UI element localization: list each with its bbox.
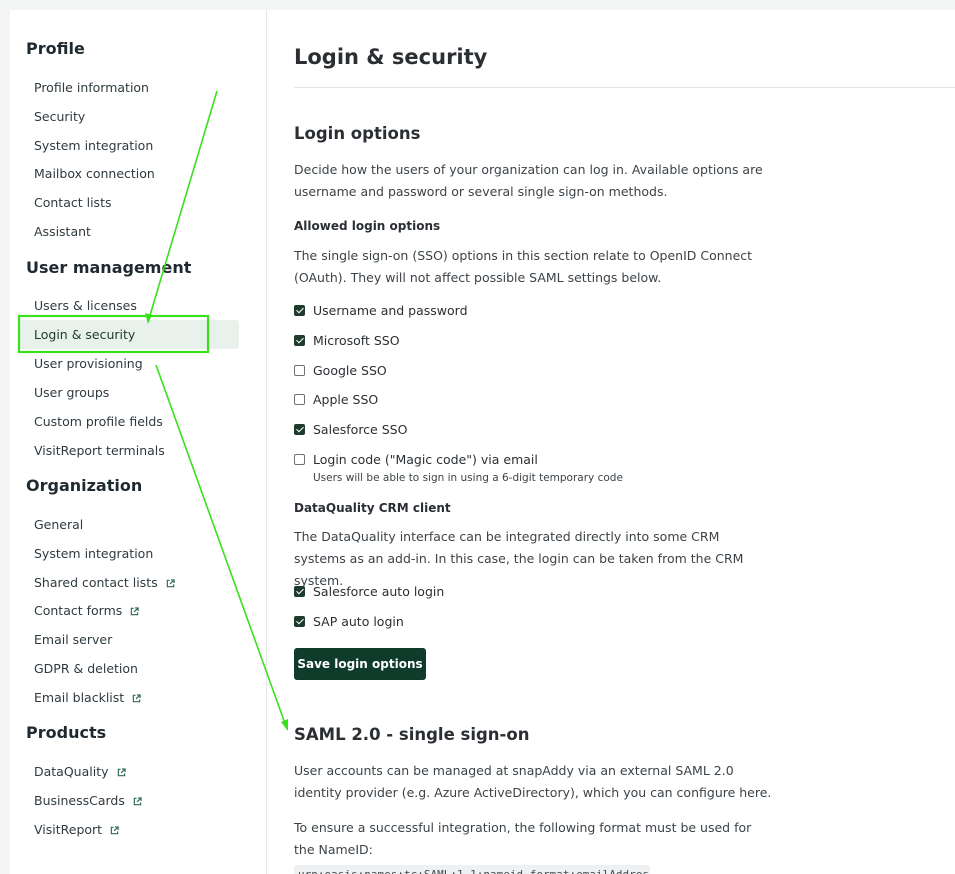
saml-intro: User accounts can be managed at snapAddy… bbox=[294, 763, 772, 800]
sidebar-heading-user-management: User management bbox=[26, 258, 192, 277]
sidebar-item-login-security[interactable]: Login & security bbox=[18, 320, 239, 349]
sidebar-item-gdpr-deletion[interactable]: GDPR & deletion bbox=[18, 654, 239, 683]
sidebar-item-user-provisioning[interactable]: User provisioning bbox=[18, 349, 239, 378]
sidebar-item-profile-information[interactable]: Profile information bbox=[18, 73, 239, 102]
sidebar-item-contact-forms[interactable]: Contact forms bbox=[18, 596, 239, 625]
sidebar-item-shared-contact-lists[interactable]: Shared contact lists bbox=[18, 568, 239, 597]
checkbox-icon[interactable] bbox=[294, 304, 305, 316]
sidebar-item-label: Email server bbox=[34, 632, 113, 647]
page-title: Login & security bbox=[294, 45, 488, 69]
sidebar-item-system-integration[interactable]: System integration bbox=[18, 131, 239, 160]
sidebar-item-user-groups[interactable]: User groups bbox=[18, 378, 239, 407]
sidebar-item-contact-lists[interactable]: Contact lists bbox=[18, 188, 239, 217]
sidebar-item-label: Contact lists bbox=[34, 195, 112, 210]
sidebar-item-businesscards[interactable]: BusinessCards bbox=[18, 786, 239, 815]
main-content: Login & security Login options Decide ho… bbox=[294, 10, 955, 874]
sidebar-item-dataquality[interactable]: DataQuality bbox=[18, 757, 239, 786]
option-magic-code[interactable]: Login code ("Magic code") via email bbox=[294, 450, 538, 468]
settings-sidebar: Profile Profile information Security Sys… bbox=[10, 10, 267, 874]
option-label: Apple SSO bbox=[313, 391, 379, 407]
sidebar-item-security[interactable]: Security bbox=[18, 102, 239, 131]
login-options-intro: Decide how the users of your organizatio… bbox=[294, 162, 763, 199]
checkbox-icon[interactable] bbox=[294, 364, 305, 376]
sidebar-item-label: VisitReport terminals bbox=[34, 443, 165, 458]
sidebar-item-label: Assistant bbox=[34, 224, 91, 239]
checkbox-icon[interactable] bbox=[294, 615, 305, 627]
sidebar-item-visitreport[interactable]: VisitReport bbox=[18, 815, 239, 844]
sidebar-item-general[interactable]: General bbox=[18, 510, 239, 539]
sidebar-item-label: General bbox=[34, 517, 84, 532]
crm-client-heading: DataQuality CRM client bbox=[294, 501, 451, 515]
checkbox-icon[interactable] bbox=[294, 453, 305, 465]
checkbox-icon[interactable] bbox=[294, 393, 305, 405]
settings-page: Profile Profile information Security Sys… bbox=[10, 10, 955, 874]
option-salesforce-sso[interactable]: Salesforce SSO bbox=[294, 420, 407, 438]
external-link-icon bbox=[166, 579, 175, 588]
sidebar-item-label: GDPR & deletion bbox=[34, 661, 138, 676]
external-link-icon bbox=[110, 826, 119, 835]
sidebar-item-email-blacklist[interactable]: Email blacklist bbox=[18, 683, 239, 712]
sidebar-item-label: User groups bbox=[34, 385, 110, 400]
option-label: SAP auto login bbox=[313, 613, 404, 629]
sidebar-heading-profile: Profile bbox=[26, 39, 85, 58]
saml-heading: SAML 2.0 - single sign-on bbox=[294, 725, 530, 744]
sidebar-heading-products: Products bbox=[26, 723, 107, 742]
sidebar-item-label: Mailbox connection bbox=[34, 166, 155, 181]
saml-nameid-text: To ensure a successful integration, the … bbox=[294, 820, 752, 857]
option-google-sso[interactable]: Google SSO bbox=[294, 361, 387, 379]
checkbox-icon[interactable] bbox=[294, 585, 305, 597]
sidebar-item-label: System integration bbox=[34, 138, 154, 153]
sidebar-item-label: Shared contact lists bbox=[34, 575, 158, 590]
option-label: Salesforce SSO bbox=[313, 421, 408, 437]
sidebar-item-custom-profile-fields[interactable]: Custom profile fields bbox=[18, 407, 239, 436]
sidebar-item-label: Email blacklist bbox=[34, 690, 125, 705]
external-link-icon bbox=[133, 797, 142, 806]
sidebar-item-label: DataQuality bbox=[34, 764, 109, 779]
option-sap-auto-login[interactable]: SAP auto login bbox=[294, 612, 404, 630]
option-label: Microsoft SSO bbox=[313, 332, 400, 348]
sidebar-item-label: Login & security bbox=[34, 327, 136, 342]
sidebar-item-label: System integration bbox=[34, 546, 154, 561]
sidebar-item-label: Profile information bbox=[34, 80, 149, 95]
save-login-options-button[interactable]: Save login options bbox=[294, 648, 426, 680]
allowed-login-options-heading: Allowed login options bbox=[294, 219, 441, 233]
sidebar-item-visitreport-terminals[interactable]: VisitReport terminals bbox=[18, 436, 239, 465]
option-microsoft-sso[interactable]: Microsoft SSO bbox=[294, 331, 400, 349]
allowed-login-options-description: The single sign-on (SSO) options in this… bbox=[294, 248, 753, 285]
sidebar-item-label: Custom profile fields bbox=[34, 414, 163, 429]
option-label: Username and password bbox=[313, 302, 468, 318]
option-label: Login code ("Magic code") via email bbox=[313, 451, 538, 467]
external-link-icon bbox=[132, 694, 141, 703]
sidebar-item-label: BusinessCards bbox=[34, 793, 125, 808]
sidebar-item-mailbox-connection[interactable]: Mailbox connection bbox=[18, 159, 239, 188]
option-salesforce-auto-login[interactable]: Salesforce auto login bbox=[294, 582, 444, 600]
checkbox-icon[interactable] bbox=[294, 423, 305, 435]
sidebar-item-email-server[interactable]: Email server bbox=[18, 625, 239, 654]
option-username-password[interactable]: Username and password bbox=[294, 301, 468, 319]
sidebar-item-label: Security bbox=[34, 109, 86, 124]
login-options-heading: Login options bbox=[294, 124, 421, 143]
external-link-icon bbox=[131, 607, 139, 616]
title-divider bbox=[294, 87, 955, 88]
sidebar-item-label: Contact forms bbox=[34, 603, 123, 618]
sidebar-heading-organization: Organization bbox=[26, 476, 143, 495]
option-apple-sso[interactable]: Apple SSO bbox=[294, 390, 378, 408]
sidebar-item-org-system-integration[interactable]: System integration bbox=[18, 539, 239, 568]
sidebar-item-label: VisitReport bbox=[34, 822, 103, 837]
sidebar-item-users-licenses[interactable]: Users & licenses bbox=[18, 291, 239, 320]
sidebar-item-label: Users & licenses bbox=[34, 298, 137, 313]
sidebar-item-label: User provisioning bbox=[34, 356, 143, 371]
option-label: Google SSO bbox=[313, 362, 387, 378]
checkbox-icon[interactable] bbox=[294, 334, 305, 346]
saml-nameid-format: urn:oasis:names:tc:SAML:1.1:nameid-forma… bbox=[294, 865, 650, 874]
magic-code-hint: Users will be able to sign in using a 6-… bbox=[313, 472, 623, 484]
sidebar-item-assistant[interactable]: Assistant bbox=[18, 217, 239, 246]
external-link-icon bbox=[117, 768, 126, 777]
option-label: Salesforce auto login bbox=[313, 583, 445, 599]
